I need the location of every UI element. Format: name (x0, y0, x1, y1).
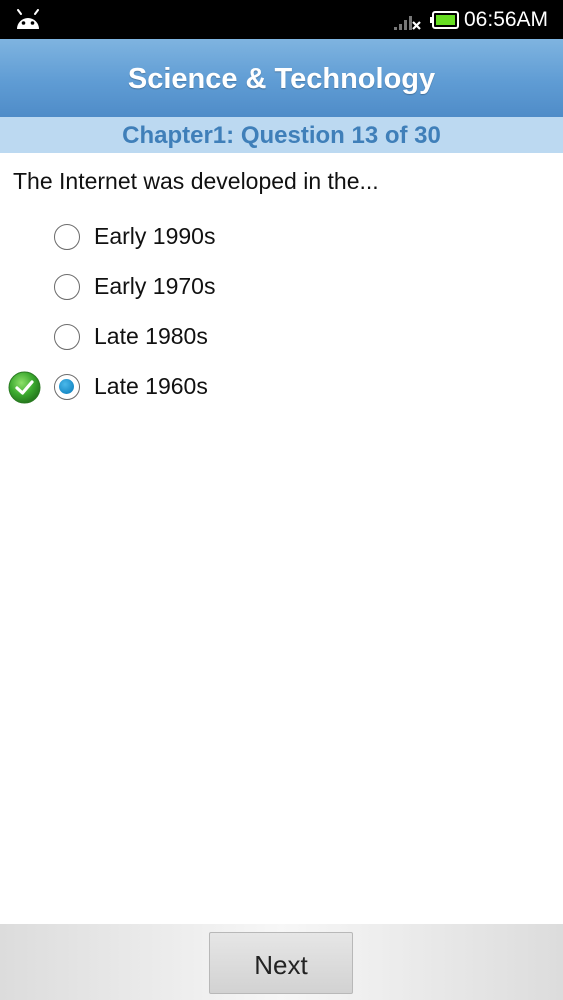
screen: 06:56AM Science & Technology Chapter1: Q… (0, 0, 563, 1000)
radio-button-selected[interactable] (54, 374, 80, 400)
bottom-bar: Next (0, 924, 563, 1000)
title-bar: Science & Technology (0, 39, 563, 117)
question-text: The Internet was developed in the... (13, 168, 379, 194)
battery-icon (430, 11, 459, 29)
status-clock: 06:56AM (464, 8, 549, 31)
signal-icon (394, 16, 421, 30)
chapter-bar: Chapter1: Question 13 of 30 (0, 117, 563, 153)
android-icon (17, 9, 39, 29)
option-label[interactable]: Late 1980s (94, 323, 208, 350)
option-label[interactable]: Early 1990s (94, 223, 215, 250)
status-bar: 06:56AM (0, 0, 563, 39)
option-early-1970s[interactable]: Early 1970s (0, 262, 563, 312)
option-late-1980s[interactable]: Late 1980s (0, 312, 563, 362)
radio-dot (59, 379, 74, 394)
correct-check-icon (8, 371, 41, 404)
option-early-1990s[interactable]: Early 1990s (0, 212, 563, 262)
answer-options: Early 1990s Early 1970s Late 1980s Late … (0, 212, 563, 412)
radio-button[interactable] (54, 224, 80, 250)
option-late-1960s[interactable]: Late 1960s (0, 362, 563, 412)
option-label[interactable]: Early 1970s (94, 273, 215, 300)
radio-button[interactable] (54, 274, 80, 300)
option-label[interactable]: Late 1960s (94, 373, 208, 400)
radio-button[interactable] (54, 324, 80, 350)
page-title: Science & Technology (127, 63, 436, 95)
chapter-progress: Chapter1: Question 13 of 30 (122, 122, 441, 149)
next-button[interactable]: Next (209, 932, 353, 994)
